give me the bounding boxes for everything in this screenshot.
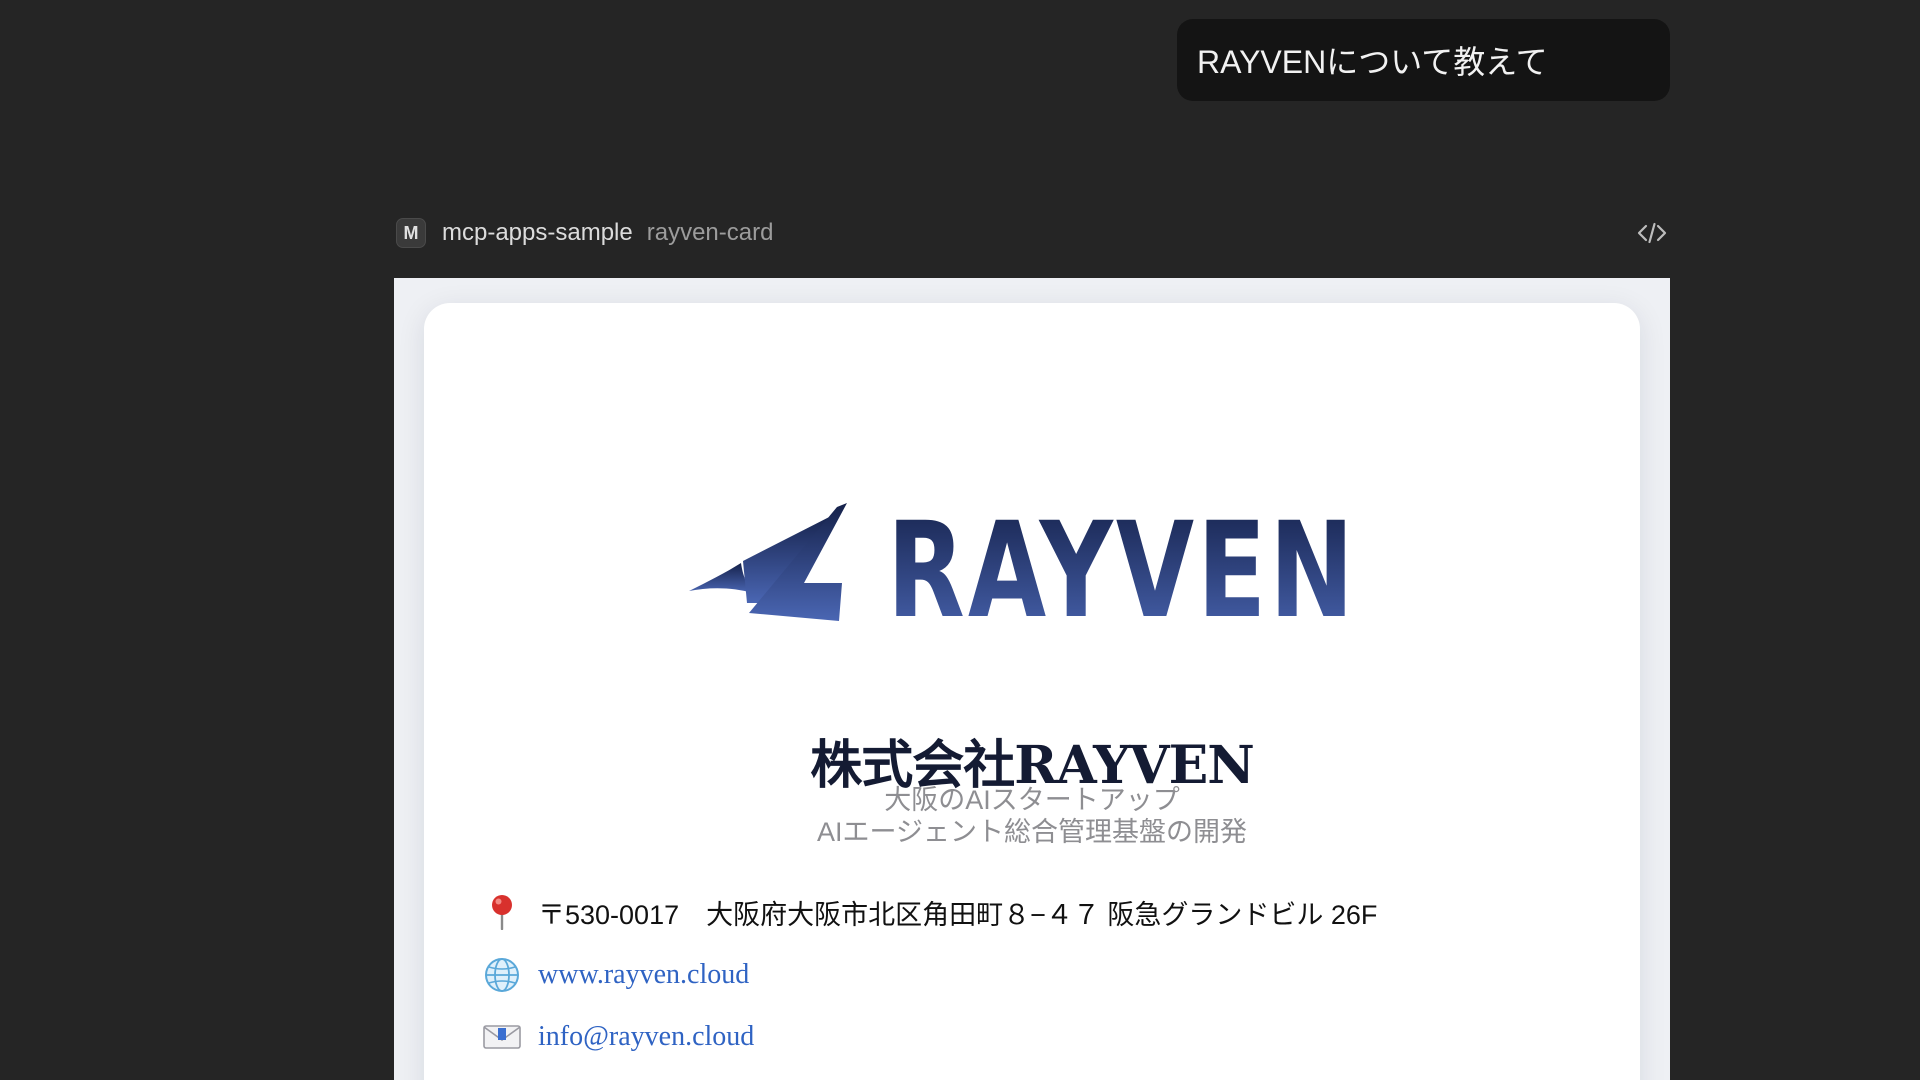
tool-name: rayven-card [646,219,774,246]
tagline-line-2: AIエージェント総合管理基盤の開発 [817,817,1247,847]
website-row: www.rayven.cloud [482,955,749,995]
email-link[interactable]: info@rayven.cloud [538,1021,754,1053]
pin-icon [482,892,522,932]
chat-view: RAYVENについて教えて M mcp-apps-sample rayven-c… [0,0,1920,1080]
website-link[interactable]: www.rayven.cloud [538,959,749,991]
tool-server-name: mcp-apps-sample [442,219,633,246]
tagline-line-1: 大阪のAIスタートアップ [884,785,1180,815]
address-text: 〒530-0017 大阪府大阪市北区角田町８−４７ 阪急グランドビル 26F [538,899,1378,930]
envelope-icon [482,1017,522,1057]
server-badge: M [396,218,426,248]
svg-text:RAYVEN: RAYVEN [887,503,1357,633]
rayven-logo: RAYVEN [424,503,1640,633]
email-row: info@rayven.cloud [482,1017,754,1057]
app-iframe: RAYVEN 株式会社RAYVEN 大阪のAIスタートアップ AIエージェント総… [394,278,1670,1080]
globe-icon [482,955,522,995]
user-message-text: RAYVENについて教えて [1197,44,1548,80]
bird-mark-icon [689,503,847,621]
user-message-bubble: RAYVENについて教えて [1177,19,1670,101]
logo-wordmark: RAYVEN [887,503,1357,633]
address-row: 〒530-0017 大阪府大阪市北区角田町８−４７ 阪急グランドビル 26F [482,892,1377,932]
tool-call-header: M mcp-apps-sample rayven-card [396,214,1670,252]
code-brackets-icon [1637,222,1667,244]
view-source-button[interactable] [1634,215,1670,251]
company-card: RAYVEN 株式会社RAYVEN 大阪のAIスタートアップ AIエージェント総… [424,303,1640,1080]
